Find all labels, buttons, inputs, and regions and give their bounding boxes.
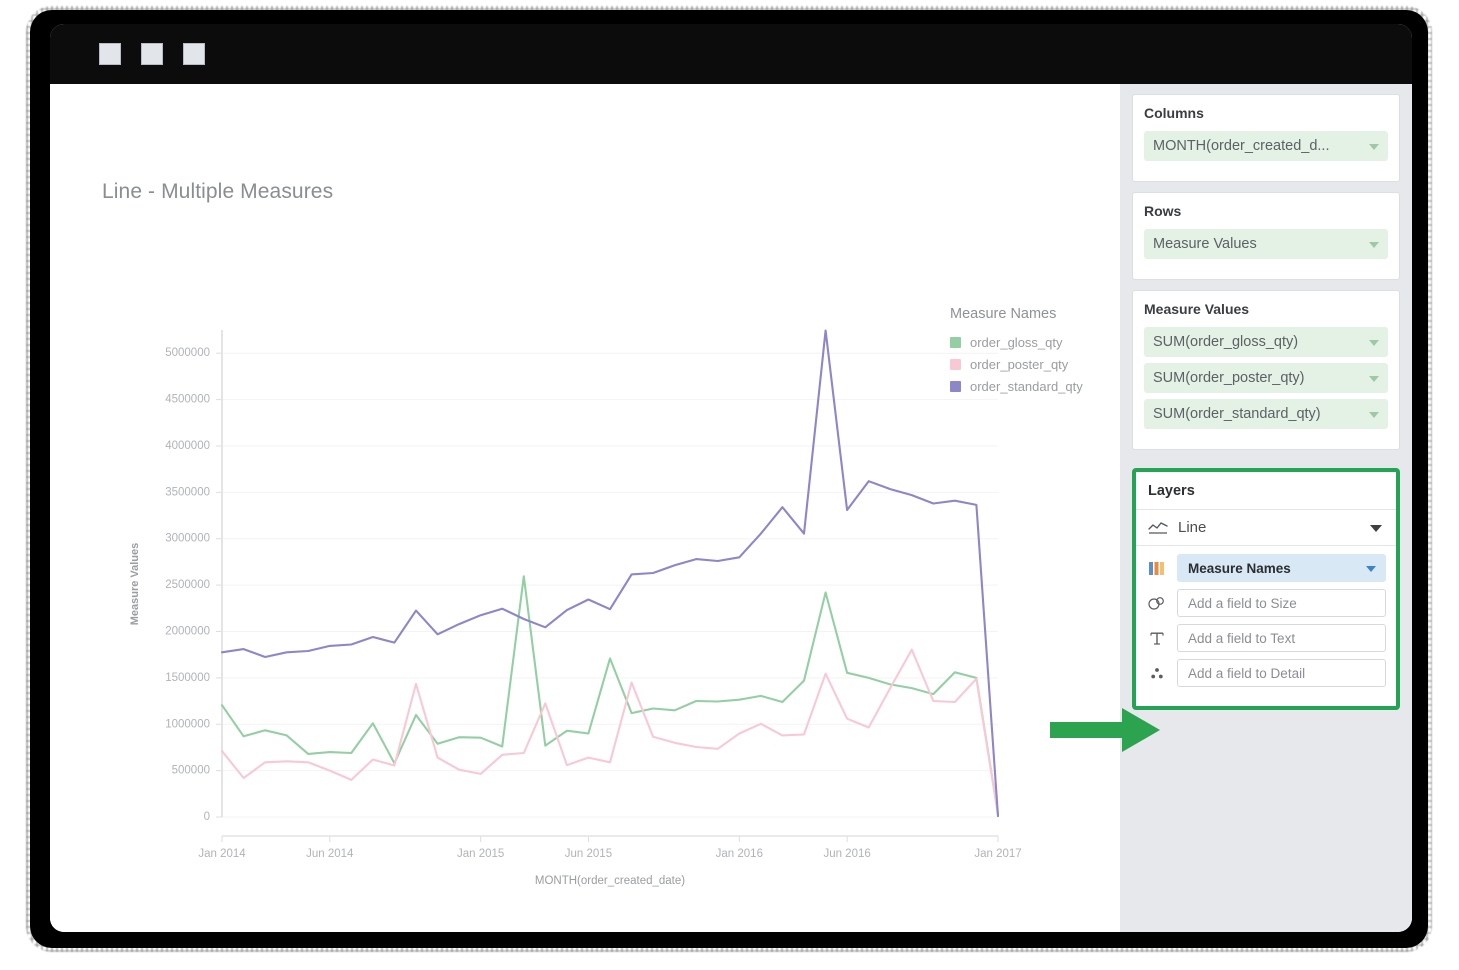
x-tick-label: Jan 2015 [457, 848, 504, 860]
legend-item-order_gloss_qty[interactable]: order_gloss_qty [950, 335, 1130, 350]
columns-card: Columns MONTH(order_created_d... [1132, 94, 1400, 182]
y-tick-label: 4500000 [165, 394, 210, 406]
x-tick-label: Jan 2014 [198, 848, 246, 860]
y-tick-label: 2000000 [165, 626, 210, 638]
data-series [222, 331, 998, 817]
x-tick-label: Jun 2015 [565, 848, 612, 860]
x-tick-label: Jun 2016 [823, 848, 870, 860]
layers-field-text[interactable]: Add a field to Text [1146, 624, 1386, 652]
legend-item-order_standard_qty[interactable]: order_standard_qty [950, 379, 1130, 394]
measure-pill-gloss-label: SUM(order_gloss_qty) [1153, 334, 1298, 350]
size-icon [1146, 596, 1168, 611]
legend-label: order_standard_qty [970, 379, 1083, 394]
layers-field-detail-label: Add a field to Detail [1188, 666, 1305, 681]
rows-title: Rows [1144, 203, 1388, 219]
layers-field-color-label: Measure Names [1188, 561, 1291, 576]
y-tick-label: 5000000 [165, 347, 210, 359]
window-body: Line - Multiple Measures 050000010000001… [50, 84, 1412, 932]
screenshot-root: Line - Multiple Measures 050000010000001… [0, 0, 1459, 970]
y-tick-label: 0 [204, 811, 210, 823]
measure-pill-gloss[interactable]: SUM(order_gloss_qty) [1144, 327, 1388, 357]
layers-field-text-box[interactable]: Add a field to Text [1177, 624, 1386, 652]
series-line-order_poster_qty [222, 650, 998, 816]
chevron-down-icon[interactable] [1369, 412, 1379, 418]
x-axis-title: MONTH(order_created_date) [535, 875, 685, 887]
layers-field-text-label: Add a field to Text [1188, 631, 1295, 646]
legend-swatch [950, 337, 961, 348]
x-tick-label: Jun 2014 [306, 848, 354, 860]
color-palette-icon [1146, 562, 1168, 575]
application-window: Line - Multiple Measures 050000010000001… [50, 24, 1412, 932]
y-axis-title: Measure Values [129, 543, 141, 626]
mark-type-label: Line [1178, 519, 1206, 536]
layers-card: Layers Line [1132, 468, 1400, 710]
y-tick-label: 3000000 [165, 533, 210, 545]
columns-pill-month[interactable]: MONTH(order_created_d... [1144, 131, 1388, 161]
right-arrow-icon [1050, 696, 1170, 766]
layers-field-list: Measure Names [1136, 546, 1396, 706]
measure-pill-poster[interactable]: SUM(order_poster_qty) [1144, 363, 1388, 393]
series-line-order_gloss_qty [222, 576, 998, 814]
x-tick-label: Jan 2017 [974, 848, 1021, 860]
visualization-canvas: Line - Multiple Measures 050000010000001… [50, 84, 1120, 932]
layers-field-color[interactable]: Measure Names [1146, 554, 1386, 582]
chevron-down-icon[interactable] [1366, 566, 1376, 572]
legend-label: order_gloss_qty [970, 335, 1063, 350]
chevron-down-icon[interactable] [1369, 144, 1379, 150]
y-tick-label: 1500000 [165, 672, 210, 684]
window-square-2[interactable] [141, 43, 163, 65]
measure-values-title: Measure Values [1144, 301, 1388, 317]
y-tick-label: 1000000 [165, 718, 210, 730]
window-square-1[interactable] [99, 43, 121, 65]
x-axis-ticks: Jan 2014 Jun 2014 Jan 2015 Jun 2015 Jan 2016… [198, 836, 1021, 860]
y-tick-label: 500000 [172, 765, 210, 777]
legend-swatch [950, 381, 961, 392]
chevron-down-icon[interactable] [1370, 525, 1382, 532]
measure-pill-standard[interactable]: SUM(order_standard_qty) [1144, 399, 1388, 429]
chevron-down-icon[interactable] [1369, 242, 1379, 248]
legend-label: order_poster_qty [970, 357, 1068, 372]
layers-field-size-box[interactable]: Add a field to Size [1177, 589, 1386, 617]
series-line-order_standard_qty [222, 331, 998, 817]
x-tick-label: Jan 2016 [716, 848, 763, 860]
window-titlebar [50, 24, 1412, 84]
y-axis-ticks: 0 500000 1000000 1500000 2000000 2500000 30000… [165, 347, 222, 823]
measure-pill-poster-label: SUM(order_poster_qty) [1153, 370, 1305, 386]
layers-field-detail[interactable]: Add a field to Detail [1146, 659, 1386, 687]
rows-pill-measure-values[interactable]: Measure Values [1144, 229, 1388, 259]
layers-title: Layers [1136, 472, 1396, 510]
rows-pill-label: Measure Values [1153, 236, 1257, 252]
shelf-sidebar: Columns MONTH(order_created_d... Rows Me… [1120, 84, 1412, 932]
chart-legend: Measure Names order_gloss_qty order_poste… [950, 306, 1130, 401]
chevron-down-icon[interactable] [1369, 340, 1379, 346]
y-tick-label: 2500000 [165, 579, 210, 591]
measure-pill-standard-label: SUM(order_standard_qty) [1153, 406, 1321, 422]
y-tick-label: 3500000 [165, 486, 210, 498]
line-chart-svg: 0 500000 1000000 1500000 2000000 2500000 30000… [50, 84, 1120, 932]
columns-pill-label: MONTH(order_created_d... [1153, 138, 1329, 154]
layers-field-size-label: Add a field to Size [1188, 596, 1297, 611]
legend-swatch [950, 359, 961, 370]
measure-values-card: Measure Values SUM(order_gloss_qty) SUM(… [1132, 290, 1400, 450]
window-square-3[interactable] [183, 43, 205, 65]
legend-items: order_gloss_qty order_poster_qty order_sta… [950, 335, 1130, 394]
legend-item-order_poster_qty[interactable]: order_poster_qty [950, 357, 1130, 372]
mark-type-selector[interactable]: Line [1136, 510, 1396, 546]
columns-title: Columns [1144, 105, 1388, 121]
layers-field-size[interactable]: Add a field to Size [1146, 589, 1386, 617]
layers-field-detail-box[interactable]: Add a field to Detail [1177, 659, 1386, 687]
chevron-down-icon[interactable] [1369, 376, 1379, 382]
y-tick-label: 4000000 [165, 440, 210, 452]
detail-icon [1146, 666, 1168, 681]
text-icon [1146, 631, 1168, 646]
line-chart-icon [1148, 521, 1168, 535]
rows-card: Rows Measure Values [1132, 192, 1400, 280]
gridlines [222, 353, 998, 817]
layers-field-color-box[interactable]: Measure Names [1177, 554, 1386, 582]
chart-plot-area[interactable]: 0 500000 1000000 1500000 2000000 2500000 30000… [50, 84, 1120, 932]
legend-title: Measure Names [950, 306, 1130, 322]
